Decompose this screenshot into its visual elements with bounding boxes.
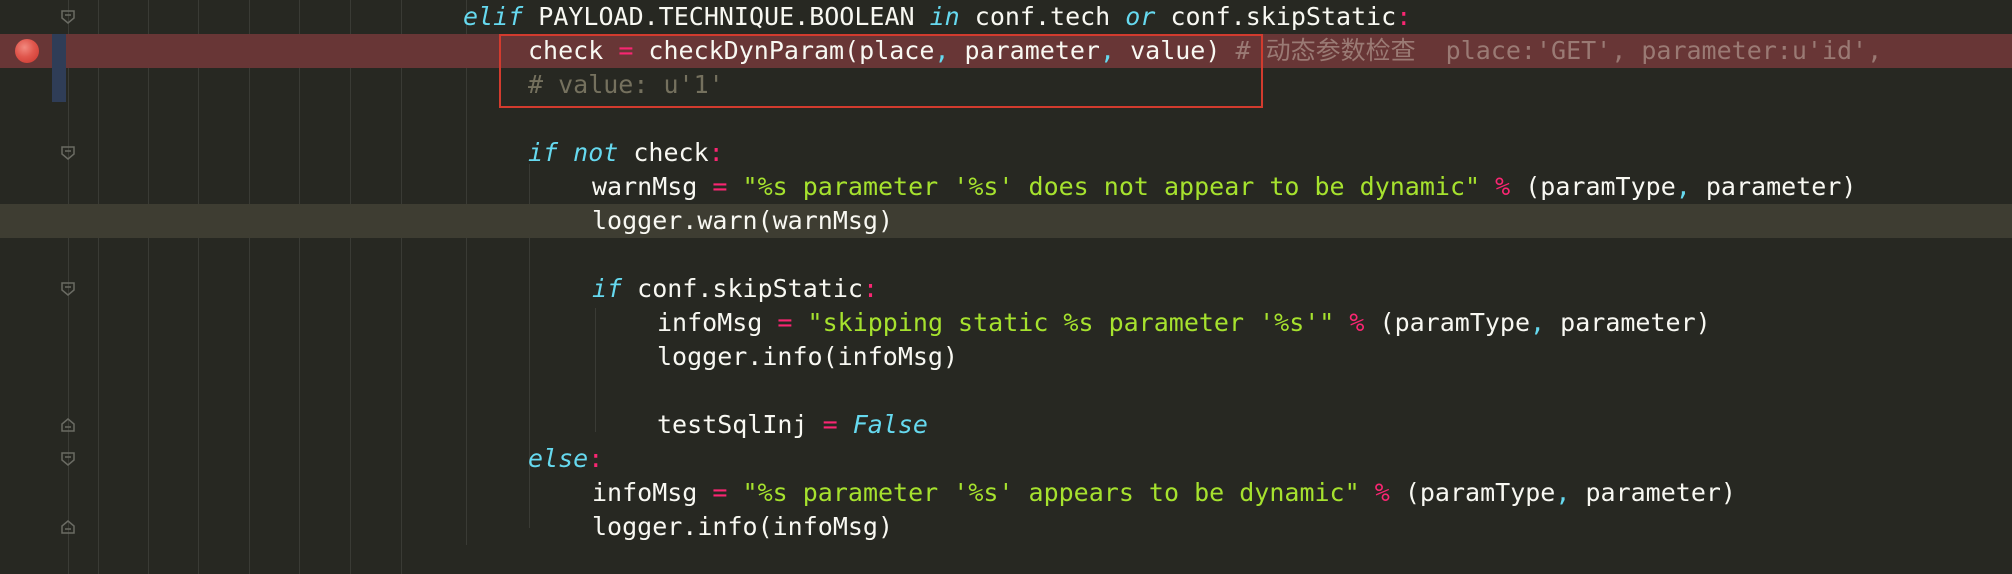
code-token: parameter) bbox=[1570, 478, 1736, 507]
code-token: , bbox=[934, 36, 950, 65]
code-token: # 动态参数检查 place:'GET', parameter:u'id', bbox=[1235, 36, 1883, 65]
code-token: testSqlInj bbox=[657, 410, 823, 439]
code-line[interactable]: logger.warn(warnMsg) bbox=[592, 204, 893, 238]
code-token: , bbox=[1675, 172, 1691, 201]
code-token: conf.tech bbox=[959, 2, 1126, 31]
code-token: not bbox=[573, 138, 619, 167]
code-token: , bbox=[1099, 36, 1116, 65]
code-token: logger.warn(warnMsg) bbox=[592, 206, 894, 235]
code-token: (paramType bbox=[1510, 172, 1676, 201]
code-token: (paramType bbox=[1364, 308, 1531, 337]
code-token: check bbox=[618, 138, 709, 167]
code-token: value) bbox=[1115, 36, 1236, 65]
code-token: if bbox=[592, 274, 623, 303]
code-token: "%s parameter '%s' does not appear to be… bbox=[742, 172, 1481, 201]
fold-end-marker-icon[interactable] bbox=[60, 418, 76, 432]
code-token: logger.info(infoMsg) bbox=[657, 342, 959, 371]
fold-marker-icon[interactable] bbox=[60, 282, 76, 296]
code-token: = bbox=[777, 308, 793, 337]
code-token: logger.info(infoMsg) bbox=[592, 512, 894, 541]
code-token: % bbox=[1374, 478, 1390, 507]
code-token: : bbox=[862, 274, 878, 303]
code-token: infoMsg bbox=[657, 308, 778, 337]
code-line[interactable]: warnMsg = "%s parameter '%s' does not ap… bbox=[592, 170, 1856, 204]
code-line[interactable]: logger.info(infoMsg) bbox=[592, 510, 893, 544]
code-token: warnMsg bbox=[592, 172, 713, 201]
execution-marker bbox=[52, 34, 66, 102]
code-token: check bbox=[528, 36, 619, 65]
code-token: parameter) bbox=[1545, 308, 1711, 337]
indent-guide bbox=[595, 308, 596, 432]
code-line[interactable]: infoMsg = "skipping static %s parameter … bbox=[657, 306, 1711, 340]
code-token: : bbox=[588, 444, 604, 473]
code-token: if bbox=[528, 138, 559, 167]
fold-marker-icon[interactable] bbox=[60, 452, 76, 466]
code-line[interactable]: if not check: bbox=[528, 136, 724, 170]
code-token: : bbox=[708, 138, 724, 167]
code-line[interactable]: testSqlInj = False bbox=[657, 408, 928, 442]
fold-marker-icon[interactable] bbox=[60, 146, 76, 160]
code-token: else bbox=[528, 444, 589, 473]
code-line[interactable]: infoMsg = "%s parameter '%s' appears to … bbox=[592, 476, 1736, 510]
code-token: # value: u'1' bbox=[528, 70, 724, 99]
code-token: conf.skipStatic bbox=[1155, 2, 1397, 31]
code-line[interactable]: else: bbox=[528, 442, 603, 476]
indent-guide bbox=[98, 0, 99, 574]
code-token: = bbox=[712, 172, 728, 201]
code-token: PAYLOAD.TECHNIQUE.BOOLEAN bbox=[523, 2, 930, 31]
code-token: : bbox=[1396, 2, 1412, 31]
code-token: infoMsg bbox=[592, 478, 713, 507]
indent-guide bbox=[466, 0, 467, 545]
code-editor[interactable]: elif PAYLOAD.TECHNIQUE.BOOLEAN in conf.t… bbox=[0, 0, 2012, 574]
code-line[interactable]: if conf.skipStatic: bbox=[592, 272, 878, 306]
code-line[interactable]: check = checkDynParam(place, parameter, … bbox=[528, 34, 1882, 68]
caret-line-highlight bbox=[0, 204, 2012, 238]
fold-end-marker-icon[interactable] bbox=[60, 520, 76, 534]
code-token: or bbox=[1125, 2, 1156, 31]
code-line[interactable]: # value: u'1' bbox=[528, 68, 724, 102]
code-token: conf.skipStatic bbox=[622, 274, 863, 303]
indent-guide bbox=[350, 0, 351, 574]
code-token: elif bbox=[463, 2, 524, 31]
code-line[interactable]: elif PAYLOAD.TECHNIQUE.BOOLEAN in conf.t… bbox=[463, 0, 1411, 34]
indent-guide bbox=[299, 0, 300, 574]
code-token: parameter) bbox=[1690, 172, 1857, 201]
code-token: = bbox=[712, 478, 728, 507]
indent-guide bbox=[249, 0, 250, 574]
breakpoint-icon[interactable] bbox=[15, 39, 39, 63]
code-token: = bbox=[822, 410, 838, 439]
code-token: (paramType bbox=[1389, 478, 1556, 507]
indent-guide bbox=[198, 0, 199, 574]
code-token: % bbox=[1495, 172, 1511, 201]
code-token: in bbox=[929, 2, 960, 31]
code-token: , bbox=[1555, 478, 1571, 507]
code-token: , bbox=[1530, 308, 1546, 337]
code-token: "%s parameter '%s' appears to be dynamic… bbox=[742, 478, 1360, 507]
code-token: "skipping static %s parameter '%s'" bbox=[807, 308, 1335, 337]
code-token: parameter bbox=[949, 36, 1100, 65]
code-token: False bbox=[852, 410, 928, 439]
code-token: % bbox=[1349, 308, 1365, 337]
indent-guide bbox=[401, 0, 402, 574]
indent-guide bbox=[148, 0, 149, 574]
code-token: checkDynParam(place bbox=[633, 36, 935, 65]
fold-marker-icon[interactable] bbox=[60, 10, 76, 24]
code-token: = bbox=[618, 36, 634, 65]
code-line[interactable]: logger.info(infoMsg) bbox=[657, 340, 958, 374]
